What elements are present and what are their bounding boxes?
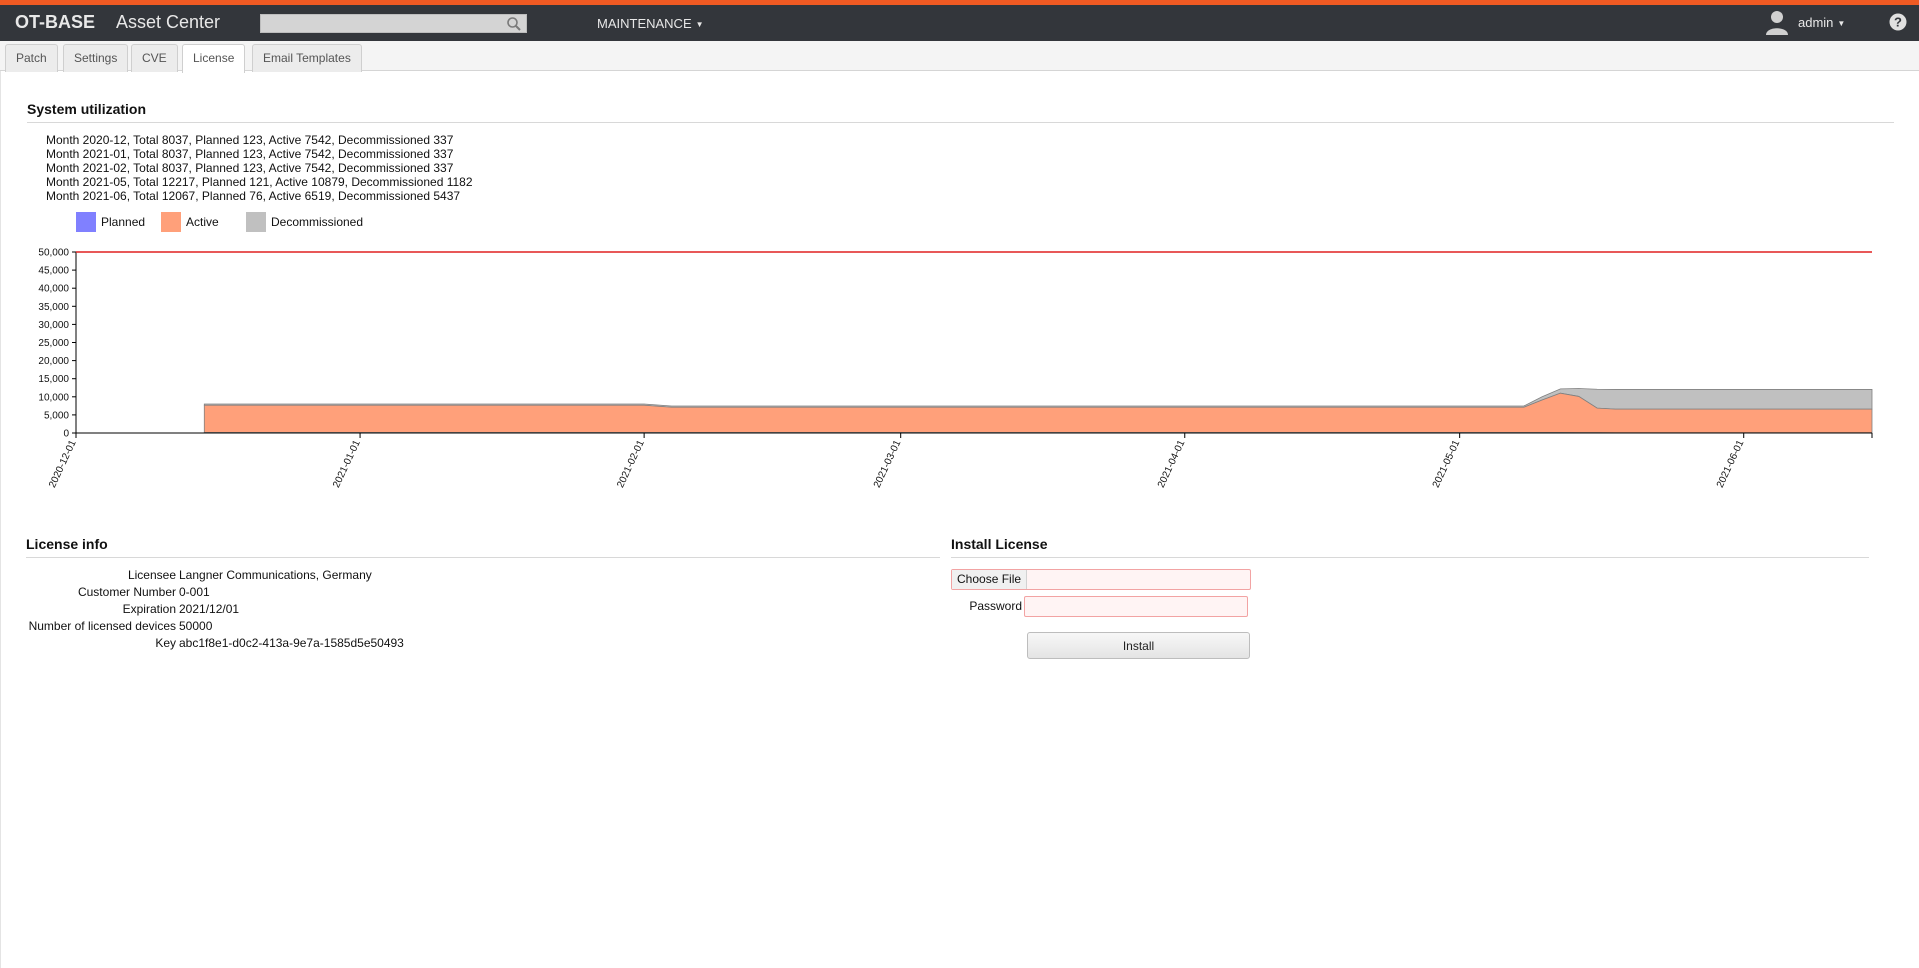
summary-line: Month 2021-05, Total 12217, Planned 121,… [46, 175, 473, 189]
caret-down-icon: ▼ [695, 20, 704, 30]
utilization-chart: 0 5,000 10,000 15,000 20,000 25,000 30,000 35,0… [38, 248, 1873, 490]
summary-line: Month 2021-01, Total 8037, Planned 123, … [46, 147, 454, 161]
info-value: 0-001 [179, 585, 210, 599]
section-divider [951, 557, 1869, 558]
section-divider [26, 557, 940, 558]
y-tick-label: 50,000 [38, 248, 69, 259]
y-tick-label: 35,000 [38, 302, 69, 313]
x-tick-label: 2020-12-01 [47, 438, 79, 489]
password-field[interactable] [1024, 596, 1248, 617]
x-tick-label: 2021-01-01 [331, 438, 363, 489]
tab-patch[interactable]: Patch [5, 44, 58, 72]
y-tick-label: 5,000 [44, 410, 69, 421]
info-value: 50000 [179, 619, 213, 633]
info-label: Number of licensed devices [28, 619, 176, 633]
user-menu[interactable]: admin ▼ [1798, 15, 1845, 30]
legend-swatch [246, 212, 266, 232]
license-file-input[interactable]: Choose File [951, 569, 1251, 590]
legend-swatch [76, 212, 96, 232]
x-tick-label: 2021-04-01 [1156, 438, 1188, 489]
info-value: Langner Communications, Germany [179, 568, 372, 582]
summary-line: Month 2021-06, Total 12067, Planned 76, … [46, 189, 461, 203]
tab-settings[interactable]: Settings [63, 44, 129, 72]
y-tick-label: 0 [63, 429, 69, 440]
section-divider [27, 122, 1894, 123]
info-label: Customer Number [77, 585, 176, 599]
x-tick-label: 2021-06-01 [1715, 438, 1747, 489]
tab-cve[interactable]: CVE [131, 44, 178, 72]
x-tick-label: 2021-05-01 [1431, 438, 1463, 489]
y-tick-label: 30,000 [38, 320, 69, 331]
password-label: Password [969, 599, 1022, 613]
choose-file-button[interactable]: Choose File [952, 570, 1028, 589]
maintenance-menu-label: MAINTENANCE [597, 16, 692, 31]
x-tick-label: 2021-02-01 [615, 438, 647, 489]
info-value: abc1f8e1-d0c2-413a-9e7a-1585d5e50493 [179, 636, 404, 650]
install-license-title: Install License [951, 536, 1048, 552]
search-input[interactable] [261, 15, 501, 33]
legend-label: Planned [101, 215, 146, 229]
user-menu-label: admin [1798, 15, 1834, 30]
info-label: Key [155, 636, 176, 650]
app-title: Asset Center [116, 12, 221, 32]
y-tick-label: 15,000 [38, 374, 69, 385]
y-tick-label: 10,000 [38, 392, 69, 403]
summary-line: Month 2020-12, Total 8037, Planned 123, … [46, 133, 454, 147]
y-tick-label: 20,000 [38, 356, 69, 367]
info-value: 2021/12/01 [179, 602, 240, 616]
top-bar: OT-BASE Asset Center MAINTENANCE ▼ admin ▼… [0, 0, 1919, 41]
summary-line: Month 2021-02, Total 8037, Planned 123, … [46, 161, 454, 175]
tab-license[interactable]: License [182, 44, 246, 73]
tab-bar: Patch Settings CVE License Email Templat… [0, 41, 1919, 73]
y-tick-label: 40,000 [38, 284, 69, 295]
info-label: Licensee [127, 568, 176, 582]
legend-label: Active [186, 215, 219, 229]
logo[interactable]: OT-BASE [15, 12, 95, 33]
tab-email-templates[interactable]: Email Templates [252, 44, 362, 72]
maintenance-menu[interactable]: MAINTENANCE ▼ [597, 16, 704, 31]
info-label: Expiration [122, 602, 176, 616]
utilization-summary: Month 2020-12, Total 8037, Planned 123, … [46, 133, 473, 203]
user-avatar-icon[interactable] [1765, 9, 1789, 35]
y-tick-label: 45,000 [38, 266, 69, 277]
x-tick-label: 2021-03-01 [872, 438, 904, 489]
install-button[interactable]: Install [1027, 632, 1250, 659]
help-icon[interactable]: ? [1889, 13, 1907, 31]
legend-label: Decommissioned [271, 215, 364, 229]
utilization-title: System utilization [27, 101, 147, 117]
app-root: OT-BASE Asset Center MAINTENANCE ▼ admin ▼… [0, 0, 1919, 968]
search-icon[interactable] [506, 16, 522, 32]
legend-swatch [161, 212, 181, 232]
y-tick-label: 25,000 [38, 338, 69, 349]
content-border [0, 71, 1, 968]
license-info-title: License info [26, 536, 108, 552]
svg-text:?: ? [1894, 15, 1902, 30]
caret-down-icon: ▼ [1837, 19, 1846, 29]
search-box [260, 14, 527, 33]
